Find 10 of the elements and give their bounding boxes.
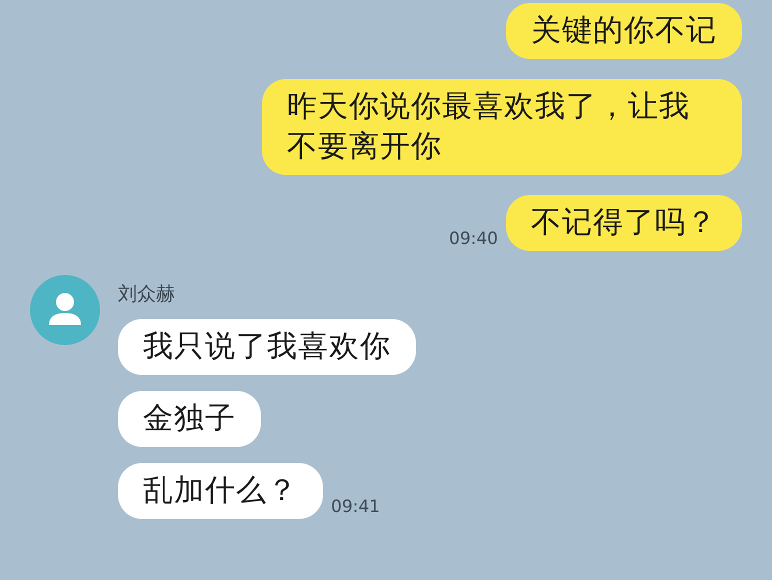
sent-message-bubble: 不记得了吗？ bbox=[506, 195, 742, 251]
sender-name: 刘众赫 bbox=[118, 282, 175, 307]
avatar-icon bbox=[30, 275, 100, 345]
received-message-bubble: 乱加什么？ bbox=[118, 463, 323, 519]
received-message-bubble: 金独子 bbox=[118, 391, 261, 447]
message-time: 09:40 bbox=[449, 229, 498, 249]
sent-message-bubble: 昨天你说你最喜欢我了，让我不要离开你 bbox=[262, 79, 742, 175]
message-time: 09:41 bbox=[331, 497, 380, 517]
received-message-bubble: 我只说了我喜欢你 bbox=[118, 319, 416, 375]
sent-message-bubble: 关键的你不记 bbox=[506, 3, 742, 59]
